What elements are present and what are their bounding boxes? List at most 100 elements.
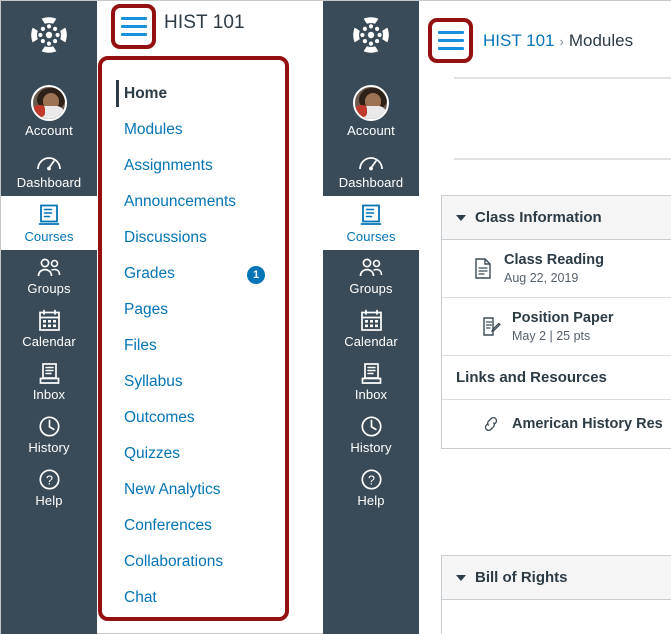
course-nav-label: Pages — [124, 301, 168, 318]
sidebar-item-help[interactable]: ? Help — [1, 461, 97, 514]
global-navigation-sidebar-right[interactable]: Account Dashboard Courses Groups Calenda… — [323, 1, 419, 634]
module-item-american-history-resources[interactable]: American History Res — [442, 400, 671, 448]
module-item-position-paper[interactable]: Position Paper May 2 | 25 pts — [442, 298, 671, 356]
module-card-bill-of-rights: Bill of Rights — [441, 555, 671, 634]
avatar — [353, 85, 389, 121]
sidebar-item-courses[interactable]: Courses — [1, 196, 97, 250]
course-nav-label: Files — [124, 337, 157, 354]
course-nav-item-chat[interactable]: Chat — [102, 580, 285, 616]
page-title: HIST 101 — [164, 12, 245, 33]
svg-text:?: ? — [368, 473, 375, 487]
module-subheader-links-and-resources: Links and Resources — [442, 356, 671, 400]
course-nav-label: Collaborations — [124, 553, 224, 570]
course-nav-item-grades[interactable]: Grades 1 — [102, 256, 285, 292]
course-nav-label: Announcements — [124, 193, 237, 210]
sidebar-item-label: Calendar — [344, 334, 398, 349]
sidebar-item-help[interactable]: ? Help — [323, 461, 419, 514]
module-item-class-reading[interactable]: Class Reading Aug 22, 2019 — [442, 240, 671, 298]
courses-book-icon — [360, 204, 382, 225]
course-nav-item-pages[interactable]: Pages — [102, 292, 285, 328]
course-nav-item-discussions[interactable]: Discussions — [102, 220, 285, 256]
course-nav-item-quizzes[interactable]: Quizzes — [102, 436, 285, 472]
avatar — [31, 85, 67, 121]
course-nav-label: Grades — [124, 265, 175, 282]
content-divider-top — [454, 77, 671, 79]
course-nav-label: Chat — [124, 589, 157, 606]
sidebar-item-groups[interactable]: Groups — [323, 250, 419, 302]
breadcrumb-separator-icon: › — [559, 34, 564, 49]
module-item-due-points: May 2 | 25 pts — [512, 329, 591, 343]
module-item-due-date: Aug 22, 2019 — [504, 271, 579, 285]
sidebar-item-label: Dashboard — [16, 175, 82, 190]
history-clock-icon — [38, 416, 60, 437]
calendar-icon — [360, 309, 382, 331]
sidebar-item-label: Dashboard — [338, 175, 404, 190]
calendar-icon — [38, 309, 60, 331]
status-badge: 1 — [247, 266, 265, 284]
link-chain-icon — [480, 414, 502, 434]
hamburger-menu-icon[interactable] — [118, 11, 149, 42]
groups-people-icon — [37, 258, 61, 277]
course-nav-item-modules[interactable]: Modules — [102, 112, 285, 148]
breadcrumb[interactable]: HIST 101 › Modules — [483, 31, 633, 51]
module-header[interactable]: Bill of Rights — [442, 556, 671, 600]
course-nav-item-assignments[interactable]: Assignments — [102, 148, 285, 184]
sidebar-item-label: Account — [25, 123, 73, 138]
sidebar-item-label: Help — [35, 493, 63, 508]
sidebar-item-label: History — [350, 440, 392, 455]
sidebar-item-courses[interactable]: Courses — [323, 196, 419, 250]
course-nav-item-home[interactable]: Home — [102, 76, 285, 112]
sidebar-item-label: Courses — [346, 229, 396, 244]
course-nav-item-files[interactable]: Files — [102, 328, 285, 364]
canvas-logo-icon[interactable] — [27, 13, 71, 62]
sidebar-item-label: Help — [357, 493, 385, 508]
course-nav-item-announcements[interactable]: Announcements — [102, 184, 285, 220]
dashboard-speedometer-icon — [37, 157, 61, 171]
module-item-title: Class Reading — [504, 252, 604, 268]
course-nav-label: Outcomes — [124, 409, 195, 426]
sidebar-item-dashboard[interactable]: Dashboard — [1, 144, 97, 196]
module-title: Class Information — [475, 209, 602, 226]
screenshot-root: Account Dashboard Courses Groups Calenda… — [0, 0, 671, 634]
content-divider-bottom — [454, 158, 671, 160]
module-card-class-information: Class Information Class Reading Aug 22, … — [441, 195, 671, 449]
canvas-logo-icon[interactable] — [349, 13, 393, 62]
sidebar-item-history[interactable]: History — [323, 408, 419, 461]
course-navigation-menu[interactable]: Home Modules Assignments Announcements D… — [98, 56, 289, 621]
inbox-tray-icon — [39, 363, 59, 384]
module-header[interactable]: Class Information — [442, 196, 671, 240]
caret-down-icon[interactable] — [456, 214, 466, 221]
course-nav-label: Assignments — [124, 157, 213, 174]
course-nav-item-new-analytics[interactable]: New Analytics — [102, 472, 285, 508]
course-nav-item-outcomes[interactable]: Outcomes — [102, 400, 285, 436]
sidebar-item-account[interactable]: Account — [1, 78, 97, 144]
sidebar-item-label: Calendar — [22, 334, 76, 349]
inbox-tray-icon — [361, 363, 381, 384]
history-clock-icon — [360, 416, 382, 437]
hamburger-menu-icon[interactable] — [435, 25, 466, 56]
sidebar-item-label: Groups — [349, 281, 393, 296]
assignment-edit-icon — [480, 316, 502, 337]
sidebar-item-groups[interactable]: Groups — [1, 250, 97, 302]
sidebar-item-dashboard[interactable]: Dashboard — [323, 144, 419, 196]
course-nav-item-collaborations[interactable]: Collaborations — [102, 544, 285, 580]
breadcrumb-course-link[interactable]: HIST 101 — [483, 31, 555, 50]
module-item-title: American History Res — [512, 416, 663, 432]
course-nav-item-syllabus[interactable]: Syllabus — [102, 364, 285, 400]
sidebar-item-label: Courses — [24, 229, 74, 244]
dashboard-speedometer-icon — [359, 157, 383, 171]
sidebar-item-inbox[interactable]: Inbox — [1, 355, 97, 408]
course-nav-label: Conferences — [124, 517, 212, 534]
sidebar-item-history[interactable]: History — [1, 408, 97, 461]
caret-down-icon[interactable] — [456, 574, 466, 581]
sidebar-item-label: Groups — [27, 281, 71, 296]
course-nav-label: Syllabus — [124, 373, 183, 390]
global-navigation-sidebar-left[interactable]: Account Dashboard Courses Groups Calenda… — [1, 1, 97, 634]
sidebar-item-inbox[interactable]: Inbox — [323, 355, 419, 408]
sidebar-item-account[interactable]: Account — [323, 78, 419, 144]
course-nav-label: Quizzes — [124, 445, 180, 462]
sidebar-item-calendar[interactable]: Calendar — [1, 302, 97, 355]
course-nav-item-conferences[interactable]: Conferences — [102, 508, 285, 544]
sidebar-item-calendar[interactable]: Calendar — [323, 302, 419, 355]
module-item-title: Position Paper — [512, 310, 614, 326]
